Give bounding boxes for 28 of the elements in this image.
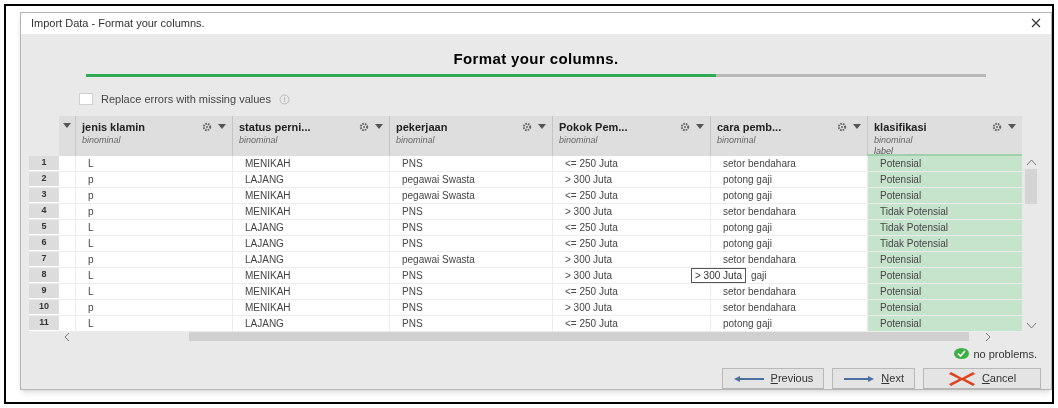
cell-text: gaji [751,268,767,283]
column-name: cara pemb... [717,119,782,135]
column-header[interactable]: Pokok Pem... binominal [552,115,710,156]
column-name: pekerjaan [396,119,448,135]
window-title: Import Data - Format your columns. [31,16,205,31]
column-type: binominal [239,135,279,146]
column-name: jenis klamin [82,119,145,135]
column-name: klasifikasi [874,119,927,135]
column-name: status perni... [239,119,311,135]
column-header[interactable]: klasifikasi binominal label [867,115,1022,156]
column-header[interactable]: cara pemb... binominal [710,115,867,156]
row-number: 1 [29,155,59,171]
previous-button[interactable]: Previous [721,368,825,389]
column-header[interactable]: pekerjaan binominal [389,115,552,156]
column-header[interactable]: jenis klamin binominal [75,115,232,156]
column-type: binominal [396,135,436,146]
column-type: binominal [874,135,914,146]
column-type: binominal [559,135,599,146]
column-header[interactable]: status perni... binominal [232,115,389,156]
column-role: label [874,146,894,157]
column-type: binominal [82,135,122,146]
next-button[interactable]: Next [832,368,915,389]
column-type: binominal [717,135,757,146]
status-text: no problems. [973,346,1037,362]
dialog-heading: Format your columns. [453,48,619,69]
checkbox-label: Replace errors with missing values [101,92,271,107]
cancel-button[interactable]: Cancel [923,368,1041,389]
column-name: Pokok Pem... [559,119,628,135]
